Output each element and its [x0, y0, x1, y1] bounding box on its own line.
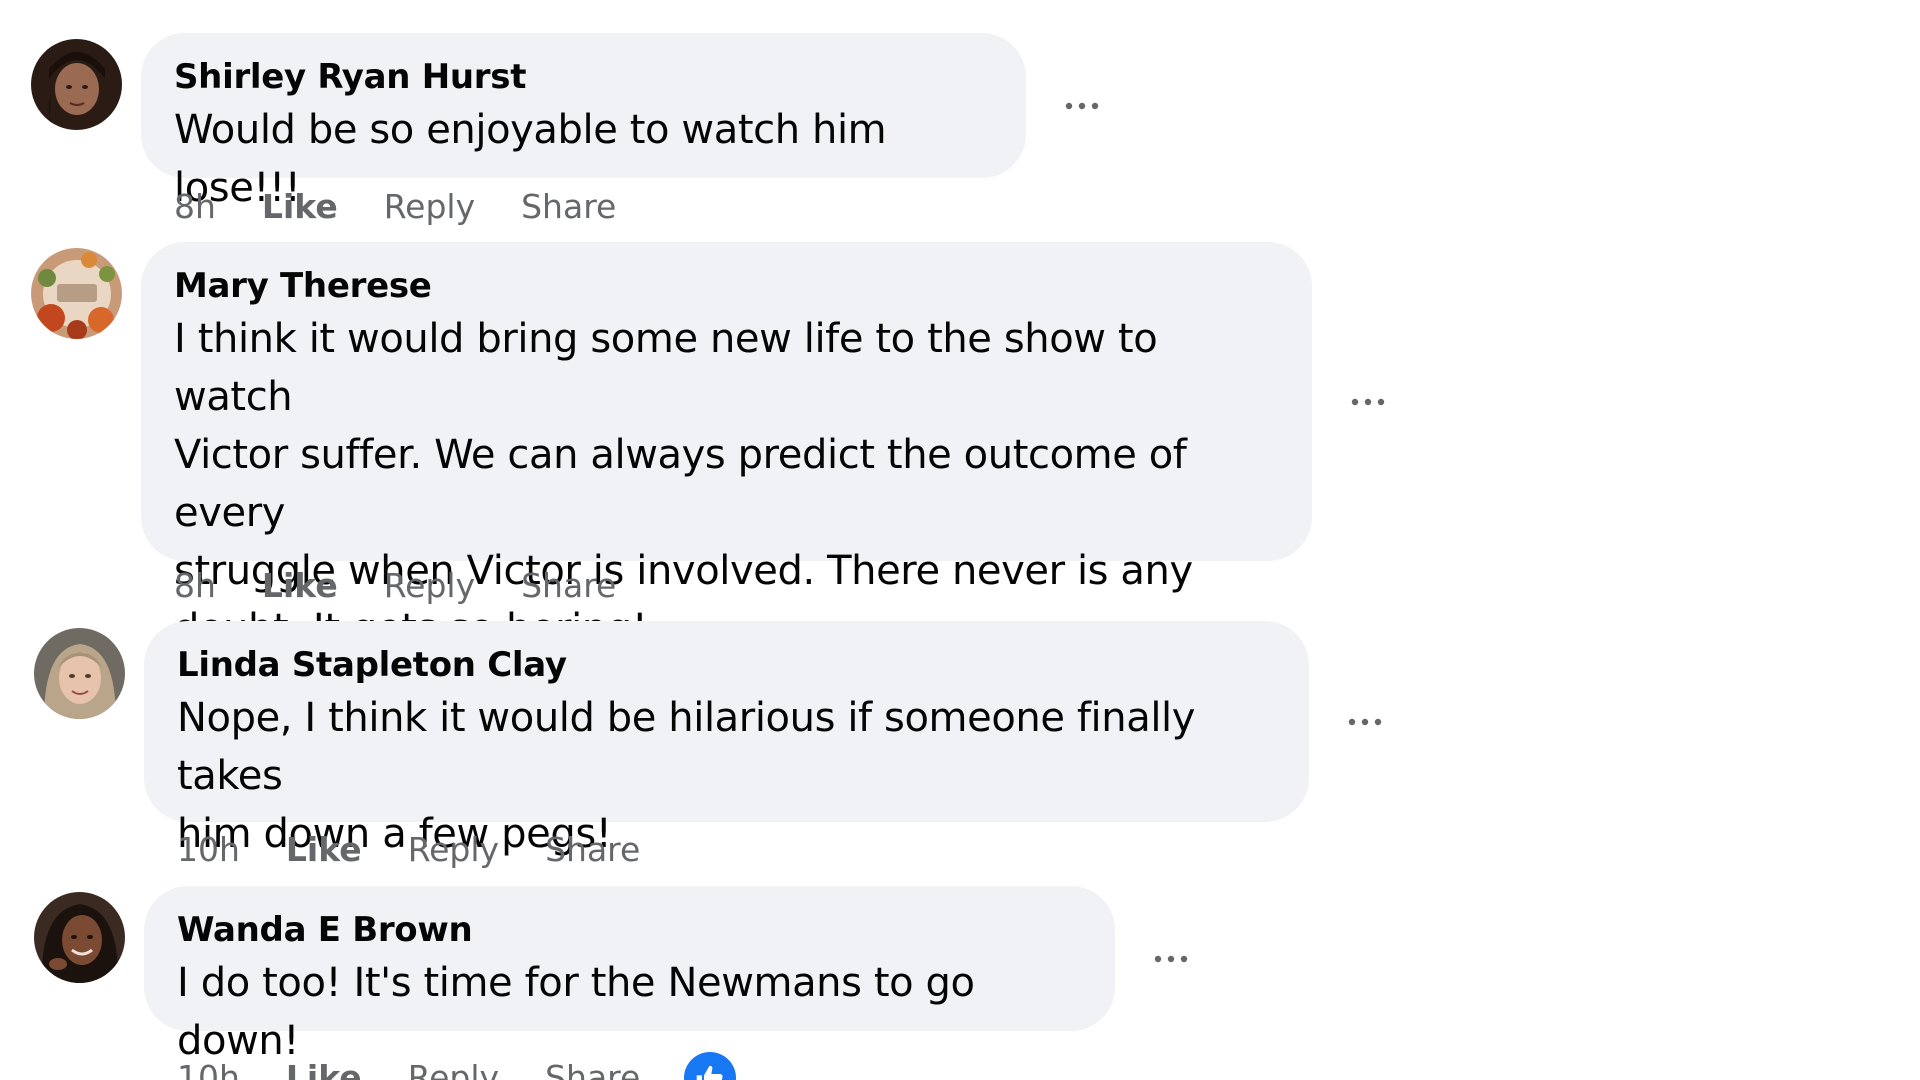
comment-timestamp[interactable]: 10h	[177, 830, 240, 870]
like-button[interactable]: Like	[286, 830, 362, 870]
comment-author[interactable]: Shirley Ryan Hurst	[174, 57, 993, 97]
like-reaction-icon[interactable]	[684, 1052, 737, 1080]
share-button[interactable]: Share	[545, 830, 640, 870]
share-button[interactable]: Share	[521, 566, 616, 606]
avatar[interactable]	[34, 628, 125, 719]
comment-author[interactable]: Linda Stapleton Clay	[177, 645, 1276, 685]
reply-button[interactable]: Reply	[384, 566, 475, 606]
reply-button[interactable]: Reply	[408, 1058, 499, 1080]
comment-timestamp[interactable]: 10h	[177, 1058, 240, 1080]
reply-button[interactable]: Reply	[384, 187, 475, 227]
more-options-icon[interactable]	[1345, 702, 1385, 742]
comment-author[interactable]: Wanda E Brown	[177, 910, 1082, 950]
avatar[interactable]	[31, 248, 122, 339]
comment-bubble: Mary Therese I think it would bring some…	[141, 242, 1312, 652]
avatar[interactable]	[31, 39, 122, 130]
comment-author[interactable]: Mary Therese	[174, 266, 1279, 306]
comment-bubble: Linda Stapleton Clay Nope, I think it wo…	[144, 621, 1309, 857]
reply-button[interactable]: Reply	[408, 830, 499, 870]
more-options-icon[interactable]	[1062, 86, 1102, 126]
avatar[interactable]	[34, 892, 125, 983]
share-button[interactable]: Share	[545, 1058, 640, 1080]
more-options-icon[interactable]	[1348, 382, 1388, 422]
comment-bubble: Wanda E Brown I do too! It's time for th…	[144, 886, 1115, 1064]
comment-list: Shirley Ryan Hurst Would be so enjoyable…	[0, 0, 1920, 1080]
more-options-icon[interactable]	[1151, 939, 1191, 979]
comment-bubble: Shirley Ryan Hurst Would be so enjoyable…	[141, 33, 1026, 211]
comment-timestamp[interactable]: 8h	[174, 187, 216, 227]
like-button[interactable]: Like	[262, 187, 338, 227]
like-button[interactable]: Like	[286, 1058, 362, 1080]
share-button[interactable]: Share	[521, 187, 616, 227]
comment-timestamp[interactable]: 8h	[174, 566, 216, 606]
like-button[interactable]: Like	[262, 566, 338, 606]
